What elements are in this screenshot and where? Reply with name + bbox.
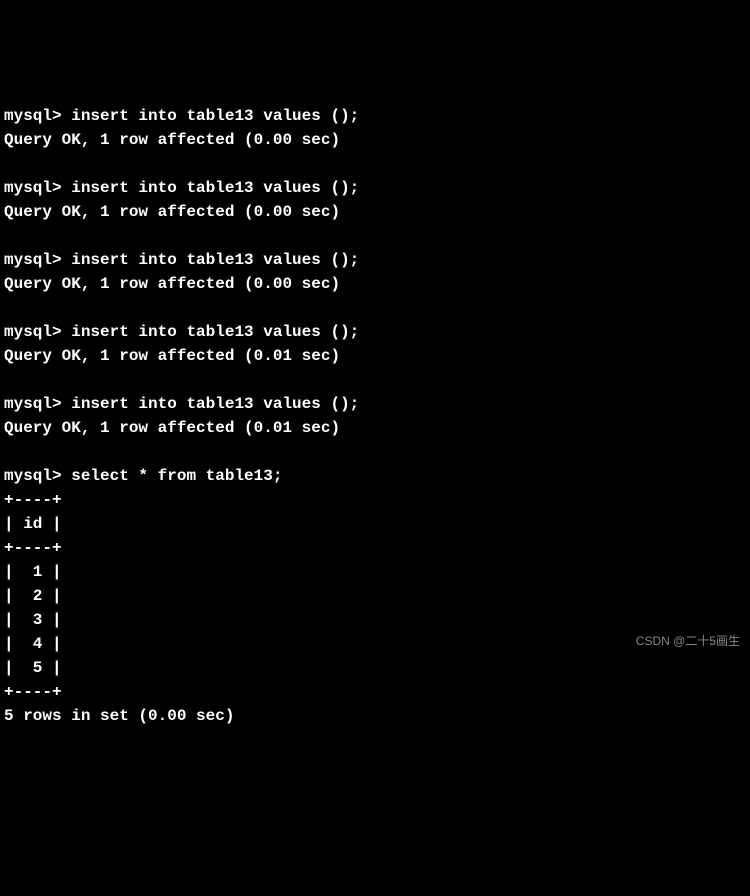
table-border: +----+ <box>4 680 746 704</box>
blank-line <box>4 224 746 248</box>
command-text: select * from table13; <box>71 467 282 485</box>
blank-line <box>4 152 746 176</box>
terminal-output: mysql> insert into table13 values ();Que… <box>4 104 746 728</box>
result-line: Query OK, 1 row affected (0.00 sec) <box>4 200 746 224</box>
result-line: Query OK, 1 row affected (0.01 sec) <box>4 416 746 440</box>
command-text: insert into table13 values (); <box>71 107 359 125</box>
table-row: | 3 | <box>4 608 746 632</box>
prompt: mysql> <box>4 107 62 125</box>
table-row: | 5 | <box>4 656 746 680</box>
result-summary: 5 rows in set (0.00 sec) <box>4 704 746 728</box>
table-header: | id | <box>4 512 746 536</box>
table-border: +----+ <box>4 488 746 512</box>
table-row: | 2 | <box>4 584 746 608</box>
command-line[interactable]: mysql> insert into table13 values (); <box>4 392 746 416</box>
prompt: mysql> <box>4 467 62 485</box>
table-row: | 4 | <box>4 632 746 656</box>
prompt: mysql> <box>4 179 62 197</box>
command-line[interactable]: mysql> insert into table13 values (); <box>4 248 746 272</box>
result-line: Query OK, 1 row affected (0.01 sec) <box>4 344 746 368</box>
prompt: mysql> <box>4 323 62 341</box>
command-text: insert into table13 values (); <box>71 179 359 197</box>
blank-line <box>4 368 746 392</box>
command-line[interactable]: mysql> select * from table13; <box>4 464 746 488</box>
table-border: +----+ <box>4 536 746 560</box>
result-line: Query OK, 1 row affected (0.00 sec) <box>4 128 746 152</box>
blank-line <box>4 440 746 464</box>
command-line[interactable]: mysql> insert into table13 values (); <box>4 320 746 344</box>
table-row: | 1 | <box>4 560 746 584</box>
command-line[interactable]: mysql> insert into table13 values (); <box>4 176 746 200</box>
prompt: mysql> <box>4 251 62 269</box>
command-line[interactable]: mysql> insert into table13 values (); <box>4 104 746 128</box>
prompt: mysql> <box>4 395 62 413</box>
command-text: insert into table13 values (); <box>71 323 359 341</box>
result-line: Query OK, 1 row affected (0.00 sec) <box>4 272 746 296</box>
command-text: insert into table13 values (); <box>71 395 359 413</box>
blank-line <box>4 296 746 320</box>
command-text: insert into table13 values (); <box>71 251 359 269</box>
watermark: CSDN @二十5画生 <box>636 632 740 650</box>
